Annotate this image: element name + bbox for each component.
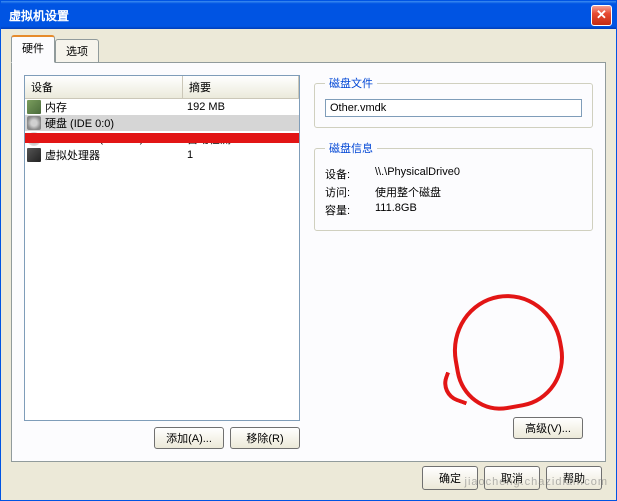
disk-info-group: 磁盘信息 设备: \\.\PhysicalDrive0 访问: 使用整个磁盘 容… xyxy=(314,140,593,231)
table-row[interactable]: 硬盘 (IDE 0:0) xyxy=(25,115,299,131)
titlebar[interactable]: 虚拟机设置 ✕ xyxy=(1,1,616,29)
tab-strip: 硬件 选项 xyxy=(11,37,606,63)
tab-hardware-label: 硬件 xyxy=(22,43,44,55)
access-label: 访问: xyxy=(325,184,375,200)
tab-options-label: 选项 xyxy=(66,46,88,58)
device-name: 硬盘 (IDE 0:0) xyxy=(45,115,114,131)
settings-window: 虚拟机设置 ✕ 硬件 选项 设备 摘要 内存 192 MB xyxy=(0,0,617,501)
cpu-icon xyxy=(27,148,41,162)
table-header: 设备 摘要 xyxy=(25,76,299,99)
detail-column: 磁盘文件 磁盘信息 设备: \\.\PhysicalDrive0 访问: 使用整… xyxy=(314,75,593,449)
info-row-device: 设备: \\.\PhysicalDrive0 xyxy=(325,166,582,182)
help-button[interactable]: 帮助 xyxy=(546,466,602,490)
disk-file-legend: 磁盘文件 xyxy=(325,75,377,91)
mem-icon xyxy=(27,100,41,114)
disk-file-input[interactable] xyxy=(325,99,582,117)
disk-file-group: 磁盘文件 xyxy=(314,75,593,128)
tab-options[interactable]: 选项 xyxy=(55,39,99,63)
annotation-red-circle xyxy=(444,285,572,417)
device-summary: 192 MB xyxy=(183,101,299,113)
remove-button[interactable]: 移除(R) xyxy=(230,427,300,449)
disk-icon xyxy=(27,116,41,130)
device-buttons: 添加(A)... 移除(R) xyxy=(24,427,300,449)
device-name: 虚拟处理器 xyxy=(45,147,100,163)
access-value: 使用整个磁盘 xyxy=(375,184,441,200)
info-row-access: 访问: 使用整个磁盘 xyxy=(325,184,582,200)
close-button[interactable]: ✕ xyxy=(591,5,612,26)
col-summary[interactable]: 摘要 xyxy=(183,76,299,98)
cancel-button[interactable]: 取消 xyxy=(484,466,540,490)
hardware-panel: 设备 摘要 内存192 MB硬盘 (IDE 0:0)CD-ROM1 (IDE 1… xyxy=(11,62,606,462)
device-table[interactable]: 设备 摘要 内存192 MB硬盘 (IDE 0:0)CD-ROM1 (IDE 1… xyxy=(24,75,300,421)
col-device[interactable]: 设备 xyxy=(25,76,183,98)
device-list-column: 设备 摘要 内存192 MB硬盘 (IDE 0:0)CD-ROM1 (IDE 1… xyxy=(24,75,300,449)
ok-button[interactable]: 确定 xyxy=(422,466,478,490)
table-body: 内存192 MB硬盘 (IDE 0:0)CD-ROM1 (IDE 1:0)自动检… xyxy=(25,99,299,163)
info-row-capacity: 容量: 111.8GB xyxy=(325,202,582,218)
table-row[interactable]: 内存 192 MB xyxy=(25,99,299,115)
window-title: 虚拟机设置 xyxy=(5,7,591,24)
annotation-red-bar xyxy=(24,133,300,143)
add-button[interactable]: 添加(A)... xyxy=(154,427,224,449)
capacity-label: 容量: xyxy=(325,202,375,218)
annotation-red-tail xyxy=(438,372,475,406)
device-summary: 1 xyxy=(183,149,299,161)
device-value: \\.\PhysicalDrive0 xyxy=(375,166,460,182)
disk-info-legend: 磁盘信息 xyxy=(325,140,377,156)
device-label: 设备: xyxy=(325,166,375,182)
dialog-buttons: 确定 取消 帮助 xyxy=(422,466,602,490)
tab-hardware[interactable]: 硬件 xyxy=(11,35,55,63)
table-row[interactable]: 虚拟处理器 1 xyxy=(25,147,299,163)
capacity-value: 111.8GB xyxy=(375,202,417,218)
content-area: 硬件 选项 设备 摘要 内存192 MB硬盘 (IDE 0:0)CD-ROM1 … xyxy=(1,29,616,500)
close-icon: ✕ xyxy=(596,7,607,23)
device-name: 内存 xyxy=(45,99,67,115)
advanced-button[interactable]: 高级(V)... xyxy=(513,417,583,439)
